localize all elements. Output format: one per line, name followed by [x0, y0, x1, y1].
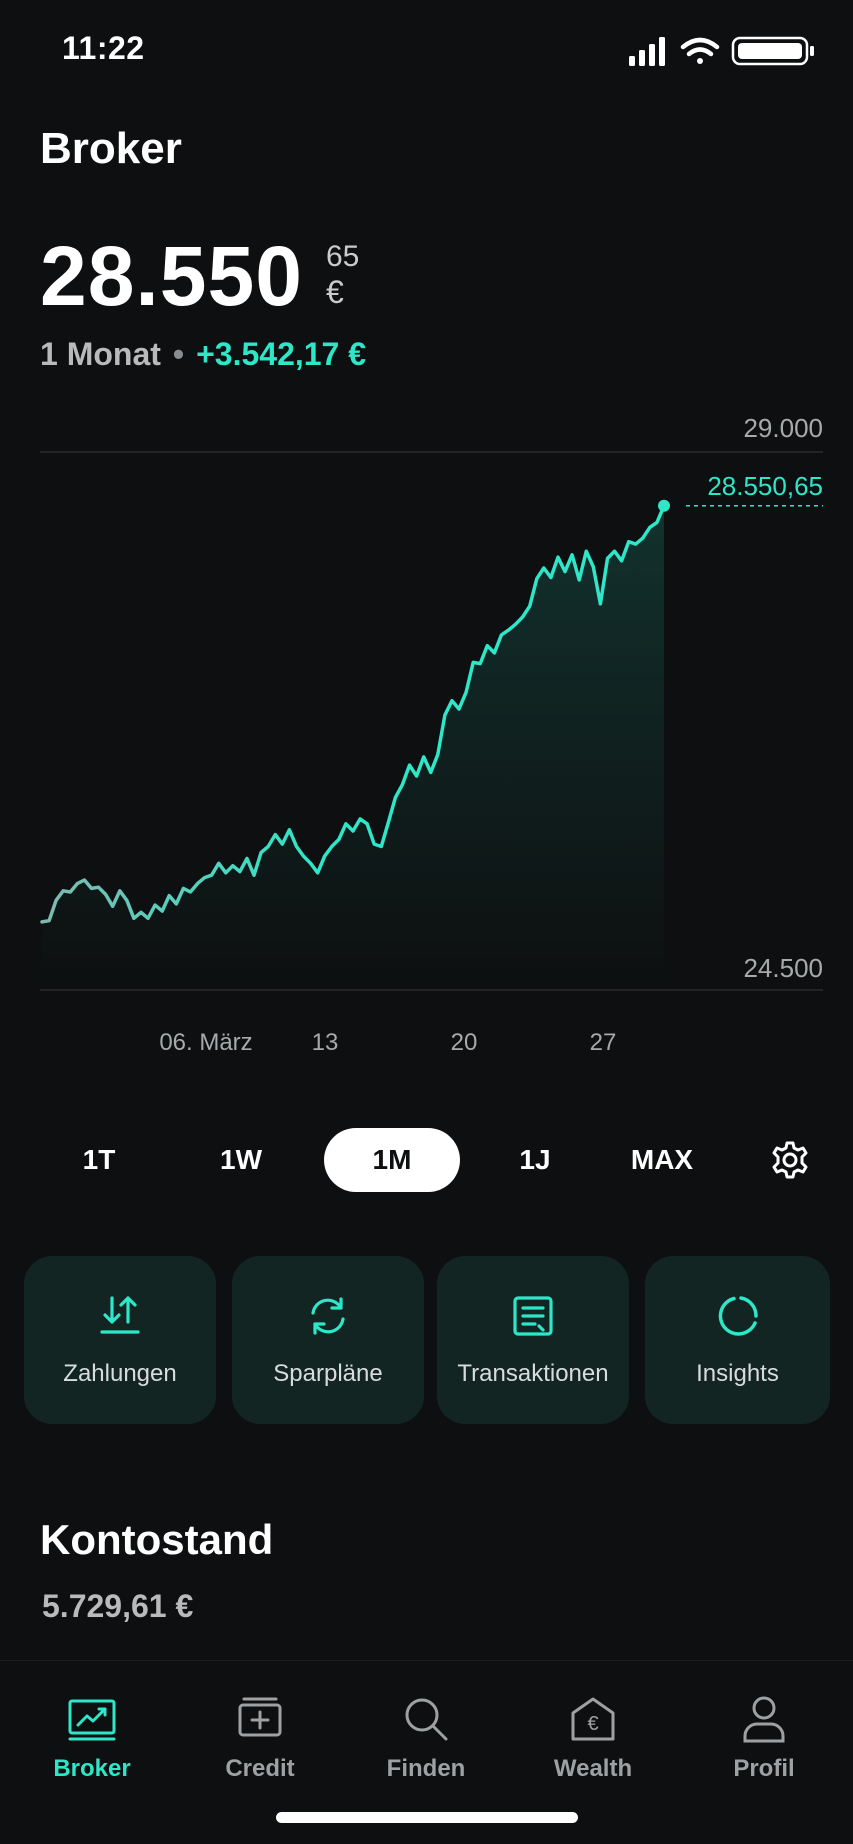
chart-x-tick-label: 13	[312, 1029, 339, 1056]
chart-x-tick-label: 06. März	[159, 1029, 252, 1056]
kontostand-value: 5.729,61 €	[42, 1588, 194, 1624]
status-time: 11:22	[62, 30, 145, 66]
balance-cents: 65	[326, 240, 360, 273]
transaktionen-button[interactable]: Transaktionen	[437, 1256, 629, 1424]
tab-label: Profil	[733, 1755, 795, 1782]
range-tab-1m[interactable]: 1M	[324, 1128, 460, 1192]
wifi-icon	[680, 37, 720, 64]
transfer-arrows-icon	[100, 1296, 140, 1334]
action-label: Sparpläne	[273, 1360, 383, 1387]
quick-actions: Zahlungen Sparpläne Transaktionen Insigh…	[24, 1256, 830, 1424]
action-label: Insights	[696, 1360, 779, 1387]
period-change: +3.542,17 €	[196, 336, 367, 372]
chart-x-tick-label: 27	[590, 1029, 617, 1056]
svg-text:€: €	[587, 1713, 598, 1735]
chart-y-label-top: 29.000	[743, 413, 823, 443]
chart-y-label-bottom: 24.500	[743, 953, 823, 983]
tab-wealth[interactable]: € Wealth	[523, 1675, 663, 1785]
tab-finden[interactable]: Finden	[356, 1675, 496, 1785]
range-tab-1w[interactable]: 1W	[196, 1128, 286, 1192]
balance-integer: 28.550	[40, 229, 303, 323]
insights-button[interactable]: Insights	[645, 1256, 830, 1424]
circle-progress-icon	[718, 1296, 758, 1336]
euro-house-icon: €	[571, 1697, 615, 1741]
performance-chart[interactable]: 29.000 24.500 28.550,65 06. März 13 20 2…	[0, 400, 853, 1080]
chart-current-value-label: 28.550,65	[707, 471, 823, 501]
cellular-signal-icon	[629, 37, 665, 66]
tab-profil[interactable]: Profil	[694, 1675, 834, 1785]
tab-label: Credit	[225, 1755, 295, 1782]
period-separator: •	[172, 336, 185, 372]
kontostand-title: Kontostand	[40, 1516, 274, 1563]
period-change-row: 1 Monat • +3.542,17 €	[40, 336, 366, 373]
tab-label: Finden	[386, 1755, 466, 1782]
range-tab-max[interactable]: MAX	[612, 1128, 712, 1192]
refresh-icon	[311, 1297, 345, 1335]
tab-label: Wealth	[553, 1755, 633, 1782]
page-title: Broker	[40, 124, 182, 173]
range-tab-1j[interactable]: 1J	[490, 1128, 580, 1192]
status-icons	[629, 36, 814, 66]
tab-broker[interactable]: Broker	[22, 1675, 162, 1785]
tab-label: Broker	[53, 1755, 131, 1782]
chart-screen-icon	[68, 1699, 116, 1741]
credit-card-icon	[238, 1697, 282, 1737]
period-label: 1 Monat	[40, 336, 161, 372]
status-bar: 11:22	[0, 0, 853, 100]
user-icon	[743, 1696, 785, 1743]
zahlungen-button[interactable]: Zahlungen	[24, 1256, 216, 1424]
receipt-icon	[513, 1296, 553, 1336]
search-icon	[405, 1698, 448, 1741]
gear-icon[interactable]	[770, 1140, 810, 1180]
range-tab-1t[interactable]: 1T	[54, 1128, 144, 1192]
action-label: Zahlungen	[63, 1360, 177, 1387]
action-label: Transaktionen	[457, 1360, 609, 1387]
chart-current-point	[658, 499, 670, 512]
home-indicator	[276, 1812, 578, 1823]
battery-icon	[731, 36, 814, 66]
sparplaene-button[interactable]: Sparpläne	[232, 1256, 424, 1424]
balance-currency: €	[326, 274, 344, 310]
time-range-selector: 1T 1W 1M 1J MAX	[0, 1128, 853, 1192]
chart-x-tick-label: 20	[451, 1029, 478, 1056]
tab-credit[interactable]: Credit	[190, 1675, 330, 1785]
